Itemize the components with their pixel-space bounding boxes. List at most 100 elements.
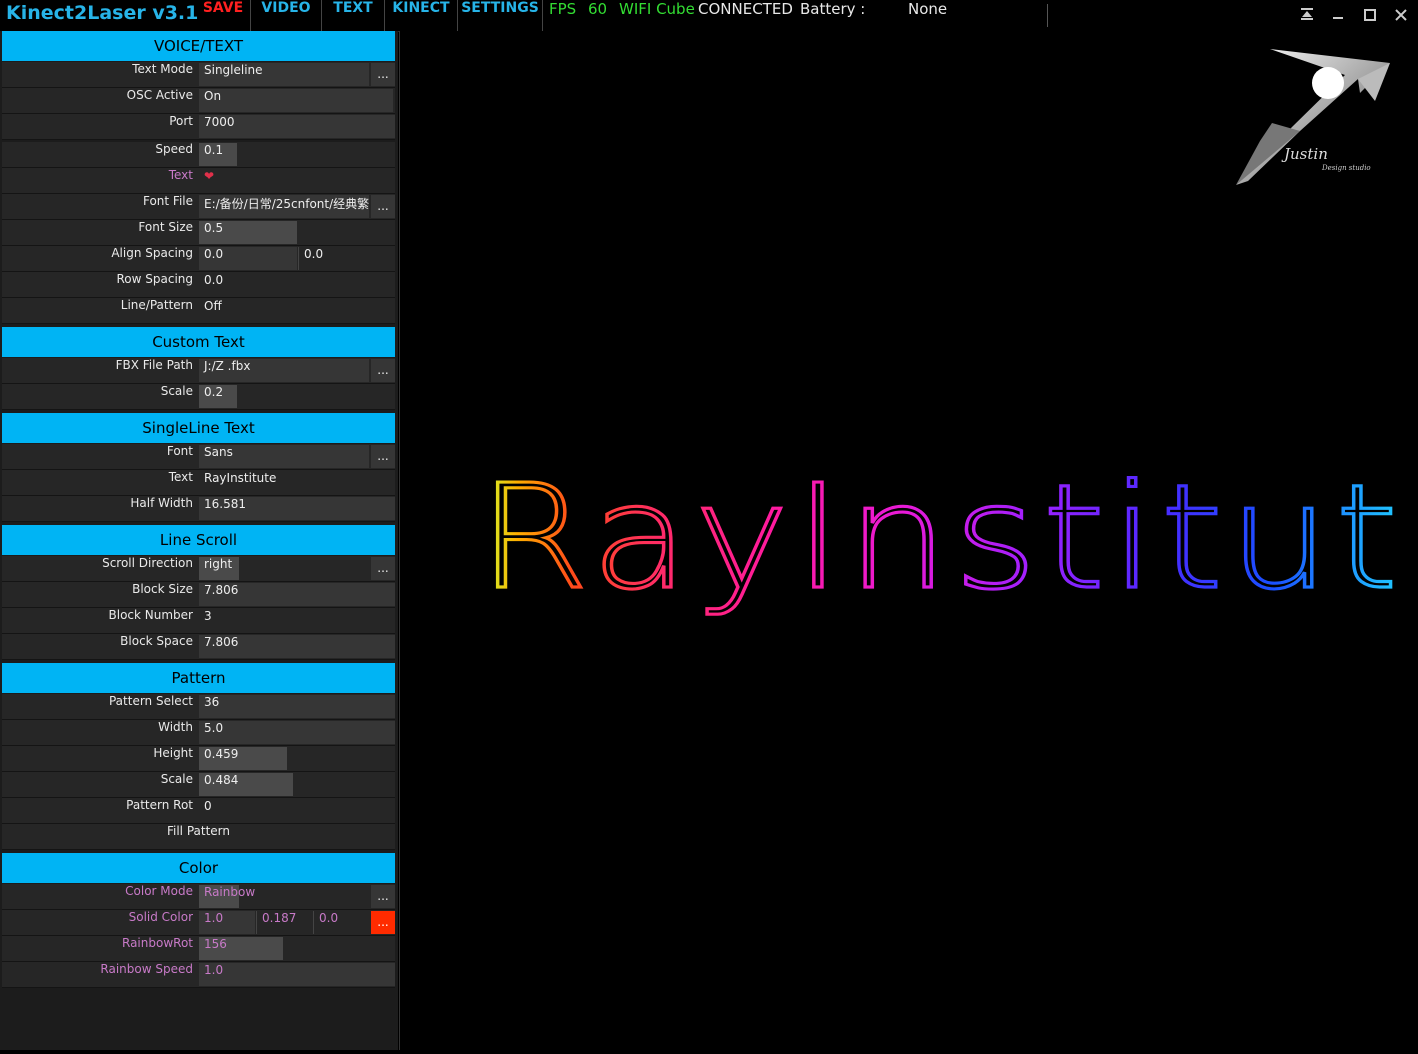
- color-mode-label: Color Mode: [125, 884, 193, 898]
- pattern-width-row: Width 5.0: [2, 720, 395, 746]
- block-size-label: Block Size: [132, 582, 193, 596]
- block-number-input[interactable]: 3: [199, 609, 395, 632]
- custom-scale-row: Scale 0.2: [2, 384, 395, 410]
- osc-active-row: OSC Active On: [2, 88, 395, 114]
- section-line-scroll-header[interactable]: Line Scroll: [2, 525, 395, 555]
- scroll-direction-label: Scroll Direction: [102, 556, 193, 570]
- color-mode-options-button[interactable]: ...: [371, 885, 395, 908]
- section-custom-text-header[interactable]: Custom Text: [2, 327, 395, 357]
- fbx-path-browse-button[interactable]: ...: [371, 359, 395, 382]
- align-spacing-label: Align Spacing: [111, 246, 193, 260]
- scroll-direction-options-button[interactable]: ...: [371, 557, 395, 580]
- maximize-icon[interactable]: [1358, 6, 1382, 26]
- settings-panel: VOICE/TEXT Text Mode Singleline ... OSC …: [0, 31, 398, 1050]
- pattern-select-input[interactable]: 36: [199, 695, 395, 718]
- color-mode-value: Rainbow: [204, 885, 256, 899]
- solid-color-row: Solid Color 1.0 0.187 0.0 ...: [2, 910, 395, 936]
- osc-active-label: OSC Active: [126, 88, 193, 102]
- port-label: Port: [169, 114, 193, 128]
- section-voice-text-header[interactable]: VOICE/TEXT: [2, 31, 395, 61]
- block-number-label: Block Number: [108, 608, 193, 622]
- close-icon[interactable]: [1389, 6, 1413, 26]
- fps-value: 60: [588, 0, 608, 18]
- half-width-row: Half Width 16.581: [2, 496, 395, 522]
- tab-settings[interactable]: SETTINGS: [458, 0, 543, 31]
- font-options-button[interactable]: ...: [371, 445, 395, 468]
- font-select[interactable]: Sans: [199, 445, 369, 468]
- pattern-height-row: Height 0.459: [2, 746, 395, 772]
- fill-pattern-row[interactable]: Fill Pattern: [2, 824, 395, 850]
- font-size-label: Font Size: [138, 220, 193, 234]
- rainbow-speed-row: Rainbow Speed 1.0: [2, 962, 395, 988]
- pattern-rot-input[interactable]: 0: [199, 799, 395, 822]
- fbx-path-row: FBX File Path J:/Z .fbx ...: [2, 358, 395, 384]
- preview-svg: Justin Design studio RayInstitut: [476, 49, 1400, 623]
- solid-color-r-input[interactable]: 1.0: [199, 911, 255, 934]
- font-size-value: 0.5: [204, 221, 224, 235]
- pattern-scale-value: 0.484: [204, 773, 239, 787]
- divider: [1047, 4, 1048, 27]
- port-row: Port 7000: [2, 114, 395, 140]
- rainbow-rot-value: 156: [204, 937, 227, 951]
- rainbow-speed-input[interactable]: 1.0: [199, 963, 395, 986]
- solid-color-b-input[interactable]: 0.0: [313, 911, 370, 934]
- speed-row: Speed 0.1: [2, 142, 395, 168]
- line-pattern-label: Line/Pattern: [120, 298, 193, 312]
- wifi-label: WIFI Cube: [619, 0, 695, 18]
- laser-text: RayInstitut: [478, 454, 1398, 621]
- font-file-browse-button[interactable]: ...: [371, 195, 395, 218]
- text-mode-row: Text Mode Singleline ...: [2, 62, 395, 88]
- osc-active-toggle[interactable]: On: [199, 89, 393, 112]
- logo-graphic: Justin Design studio: [1236, 49, 1390, 185]
- custom-scale-label: Scale: [160, 384, 193, 398]
- minimize-icon[interactable]: [1326, 6, 1350, 26]
- title-bar: Kinect2Laser v3.1 SAVE VIDEO TEXT KINECT…: [0, 0, 1418, 32]
- font-file-input[interactable]: E:/备份/日常/25cnfont/经典繁体: [199, 195, 369, 218]
- pattern-height-value: 0.459: [204, 747, 239, 761]
- text-mode-select[interactable]: Singleline: [199, 63, 369, 86]
- text-input[interactable]: ❤: [199, 169, 395, 192]
- custom-scale-value: 0.2: [204, 385, 224, 399]
- battery-value: None: [908, 0, 948, 18]
- singleline-text-input[interactable]: RayInstitute: [199, 471, 395, 494]
- text-mode-label: Text Mode: [132, 62, 193, 76]
- section-singleline-text-header[interactable]: SingleLine Text: [2, 413, 395, 443]
- color-picker-button[interactable]: ...: [371, 911, 395, 934]
- pattern-scale-row: Scale 0.484: [2, 772, 395, 798]
- align-spacing-x-input[interactable]: 0.0: [199, 247, 297, 270]
- line-pattern-toggle[interactable]: Off: [199, 299, 395, 322]
- tab-text[interactable]: TEXT: [322, 0, 385, 31]
- align-spacing-y-input[interactable]: 0.0: [298, 247, 395, 270]
- fps-label: FPS: [549, 0, 577, 18]
- font-label: Font: [166, 444, 193, 458]
- section-color-header[interactable]: Color: [2, 853, 395, 883]
- pattern-width-label: Width: [158, 720, 193, 734]
- block-space-input[interactable]: 7.806: [199, 635, 395, 658]
- pattern-select-label: Pattern Select: [108, 694, 193, 708]
- scroll-direction-row: Scroll Direction right ...: [2, 556, 395, 582]
- fill-pattern-button[interactable]: Fill Pattern: [2, 824, 395, 849]
- tab-kinect[interactable]: KINECT: [385, 0, 458, 31]
- pattern-width-input[interactable]: 5.0: [199, 721, 395, 744]
- row-spacing-input[interactable]: 0.0: [199, 273, 395, 296]
- fbx-path-input[interactable]: J:/Z .fbx: [199, 359, 369, 382]
- logo-text: Justin: [1281, 145, 1328, 163]
- pattern-rot-row: Pattern Rot 0: [2, 798, 395, 824]
- laser-preview-canvas[interactable]: Justin Design studio RayInstitut: [399, 31, 1418, 1050]
- port-input[interactable]: 7000: [199, 115, 395, 138]
- rainbow-speed-label: Rainbow Speed: [100, 962, 193, 976]
- solid-color-g-input[interactable]: 0.187: [256, 911, 312, 934]
- tab-video[interactable]: VIDEO: [251, 0, 322, 31]
- block-number-row: Block Number 3: [2, 608, 395, 634]
- speed-label: Speed: [155, 142, 193, 156]
- logo-subtext: Design studio: [1321, 164, 1371, 172]
- rainbow-rot-label: RainbowRot: [122, 936, 193, 950]
- save-button[interactable]: SAVE: [196, 0, 251, 31]
- text-mode-options-button[interactable]: ...: [371, 63, 395, 86]
- solid-color-label: Solid Color: [128, 910, 193, 924]
- half-width-input[interactable]: 16.581: [199, 497, 395, 520]
- block-size-input[interactable]: 7.806: [199, 583, 395, 606]
- font-row: Font Sans ...: [2, 444, 395, 470]
- section-pattern-header[interactable]: Pattern: [2, 663, 395, 693]
- pin-icon[interactable]: [1295, 6, 1319, 26]
